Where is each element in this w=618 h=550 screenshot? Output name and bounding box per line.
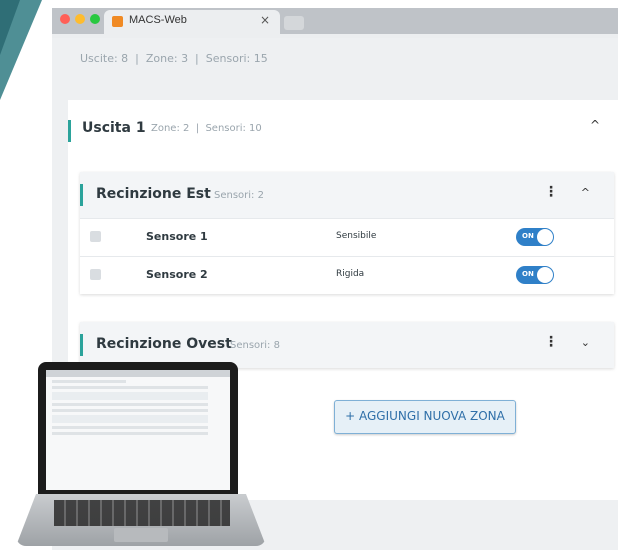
zone-title: Recinzione Est [96,186,211,202]
sensor-name: Sensore 1 [146,230,208,243]
sensor-name: Sensore 2 [146,268,208,281]
toggle-label: ON [522,270,534,278]
uscita-title: Uscita 1 [82,120,146,136]
uscita-accent-bar [68,120,71,142]
teal-decoration [0,0,42,100]
zone-title: Recinzione Ovest [96,336,232,352]
zone-meta: Sensori: 2 [214,190,264,201]
sensor-checkbox[interactable] [90,269,101,280]
expand-zone-chevron-icon[interactable]: ⌄ [581,336,590,349]
mini-line [52,403,209,406]
mini-line [52,415,209,423]
mini-line [52,409,209,412]
mini-line [52,380,126,383]
toggle-knob [537,267,553,283]
close-window-button[interactable] [60,14,70,24]
zone-menu-icon[interactable]: ⋮ [544,184,558,200]
new-tab-button[interactable] [284,16,304,30]
page: MACS-Web × Uscite: 8 | Zone: 3 | Sensori… [0,0,618,550]
laptop-keyboard [54,500,230,526]
toggle-label: ON [522,232,534,240]
zone-card-est: Recinzione Est Sensori: 2 ⋮ ^ Sensore 1 … [80,172,614,294]
laptop-trackpad [114,528,168,542]
maximize-window-button[interactable] [90,14,100,24]
add-zone-button[interactable]: + AGGIUNGI NUOVA ZONA [334,400,516,434]
collapse-zone-chevron-icon[interactable]: ^ [581,186,590,199]
tab-bar: MACS-Web × [52,8,618,34]
zone-meta: Sensori: 8 [230,340,280,351]
sensor-toggle[interactable]: ON [516,228,554,246]
laptop-lid [38,362,238,494]
add-zone-label: + AGGIUNGI NUOVA ZONA [345,409,505,423]
mini-line [52,432,209,435]
sensor-type: Sensibile [336,231,377,241]
toggle-knob [537,229,553,245]
mini-topbar [46,370,230,377]
collapse-uscita-chevron-icon[interactable]: ^ [590,118,600,132]
summary-counts: Uscite: 8 | Zone: 3 | Sensori: 15 [80,52,268,65]
laptop-screen [46,370,230,490]
zone-accent-bar [80,334,83,356]
zone-menu-icon[interactable]: ⋮ [544,334,558,350]
sensor-checkbox[interactable] [90,231,101,242]
tab-close-icon[interactable]: × [260,13,270,27]
window-controls [60,14,100,24]
laptop-mockup [16,354,266,550]
browser-tab[interactable]: MACS-Web × [104,10,280,34]
minimize-window-button[interactable] [75,14,85,24]
tab-title: MACS-Web [129,14,187,26]
mini-line [52,386,209,389]
zone-header[interactable]: Recinzione Est Sensori: 2 ⋮ ^ [80,172,614,218]
sensor-row: Sensore 2 Rigida ON [80,256,614,294]
sensor-toggle[interactable]: ON [516,266,554,284]
sensor-type: Rigida [336,269,365,279]
sensor-row: Sensore 1 Sensibile ON [80,218,614,256]
mini-line [52,392,209,400]
mini-line [52,426,209,429]
uscita-meta: Zone: 2 | Sensori: 10 [151,123,262,134]
zone-accent-bar [80,184,83,206]
macs-favicon-icon [112,16,123,27]
